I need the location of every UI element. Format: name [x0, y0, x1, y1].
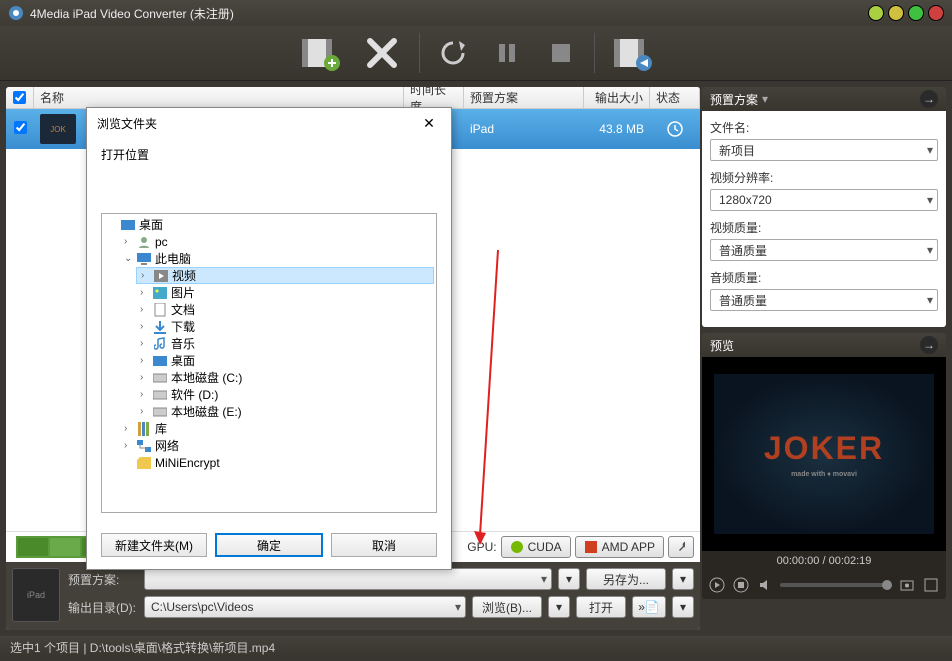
extra-dropdown[interactable]: ▾	[672, 596, 694, 618]
preview-expand-button[interactable]: →	[920, 336, 938, 354]
filename-input[interactable]: 新项目	[710, 139, 938, 161]
header-status[interactable]: 状态	[650, 87, 700, 108]
output-path[interactable]: C:\Users\pc\Videos	[144, 596, 466, 618]
window-title: 4Media iPad Video Converter (未注册)	[30, 5, 868, 22]
open-button[interactable]: 打开	[576, 596, 626, 618]
browse-dropdown[interactable]: ▾	[548, 596, 570, 618]
toolbar-separator	[594, 33, 595, 73]
browse-folder-dialog: 浏览文件夹 ✕ 打开位置 桌面 ›pc ⌄此电脑 ›视频 ›图片 ›文档 ›下载…	[86, 107, 452, 570]
toolbar-separator	[419, 33, 420, 73]
close-button[interactable]	[928, 5, 944, 21]
tree-thispc[interactable]: ⌄此电脑	[120, 250, 434, 267]
new-folder-button[interactable]: 新建文件夹(M)	[101, 533, 207, 557]
cuda-button[interactable]: CUDA	[501, 536, 571, 558]
header-name[interactable]: 名称	[34, 87, 404, 108]
tree-downloads[interactable]: ›下载	[136, 318, 434, 335]
tree-pictures[interactable]: ›图片	[136, 284, 434, 301]
remove-button[interactable]	[357, 28, 407, 78]
list-header: 名称 时间长度 预置方案 输出大小 状态	[6, 87, 700, 109]
preset-dropdown[interactable]: ▾	[558, 568, 580, 590]
dialog-title: 浏览文件夹	[97, 115, 157, 132]
folder-tree[interactable]: 桌面 ›pc ⌄此电脑 ›视频 ›图片 ›文档 ›下载 ›音乐 ›桌面 ›本地磁…	[101, 213, 437, 513]
video-thumbnail: JOK	[40, 114, 76, 144]
dialog-label: 打开位置	[101, 146, 437, 163]
aquality-label: 音频质量:	[710, 269, 938, 286]
tree-user[interactable]: ›pc	[120, 233, 434, 250]
row-status	[650, 121, 700, 137]
tree-libraries[interactable]: ›库	[120, 420, 434, 437]
extra-button[interactable]: »📄	[632, 596, 666, 618]
volume-slider[interactable]	[780, 583, 892, 587]
minimize-button[interactable]	[888, 5, 904, 21]
dialog-close-button[interactable]: ✕	[417, 115, 441, 132]
vquality-select[interactable]: 普通质量	[710, 239, 938, 261]
cancel-button[interactable]: 取消	[331, 533, 437, 557]
preset-thumbnail: iPad	[12, 568, 60, 622]
pause-button[interactable]	[486, 32, 528, 74]
volume-icon[interactable]	[756, 576, 774, 594]
row-checkbox[interactable]	[14, 121, 27, 134]
tree-diske[interactable]: ›本地磁盘 (E:)	[136, 403, 434, 420]
resolution-select[interactable]: 1280x720	[710, 189, 938, 211]
preset-select[interactable]	[144, 568, 552, 590]
expand-button[interactable]: →	[920, 90, 938, 108]
wrench-icon	[677, 540, 685, 554]
help-button[interactable]	[868, 5, 884, 21]
gpu-label: GPU:	[467, 540, 496, 554]
tree-music[interactable]: ›音乐	[136, 335, 434, 352]
preset-dropdown2[interactable]: ▾	[672, 568, 694, 590]
aquality-select[interactable]: 普通质量	[710, 289, 938, 311]
amd-button[interactable]: AMD APP	[575, 536, 664, 558]
tree-network[interactable]: ›网络	[120, 437, 434, 454]
status-bar: 选中1 个项目 | D:\tools\桌面\格式转换\新项目.mp4	[0, 636, 952, 658]
output-label: 输出目录(D):	[68, 599, 138, 616]
tree-diskd[interactable]: ›软件 (D:)	[136, 386, 434, 403]
preview-panel: 预览 → JOKER made with ♦ movavi 00:00:00 /…	[702, 333, 946, 599]
preview-video[interactable]: JOKER made with ♦ movavi	[702, 357, 946, 551]
bottom-panel: iPad 预置方案: ▾ 另存为... ▾ 输出目录(D): C:\Users\…	[6, 562, 700, 630]
tree-miniencrypt[interactable]: MiNiEncrypt	[120, 454, 434, 471]
tree-videos[interactable]: ›视频	[136, 267, 434, 284]
app-icon	[8, 5, 24, 21]
header-preset[interactable]: 预置方案	[464, 87, 584, 108]
preview-title: 预览	[710, 337, 734, 354]
header-size[interactable]: 输出大小	[584, 87, 650, 108]
settings-button[interactable]	[668, 536, 694, 558]
fullscreen-button[interactable]	[922, 576, 940, 594]
filename-label: 文件名:	[710, 119, 938, 136]
refresh-button[interactable]	[432, 32, 474, 74]
row-preset: iPad	[464, 122, 584, 136]
title-bar: 4Media iPad Video Converter (未注册)	[0, 0, 952, 26]
vquality-label: 视频质量:	[710, 219, 938, 236]
tree-desktop[interactable]: 桌面	[104, 216, 434, 233]
tree-diskc[interactable]: ›本地磁盘 (C:)	[136, 369, 434, 386]
snapshot-button[interactable]	[898, 576, 916, 594]
preset-panel: 预置方案 ▾ → 文件名: 新项目 视频分辨率: 1280x720 视频质量: …	[702, 87, 946, 327]
tree-documents[interactable]: ›文档	[136, 301, 434, 318]
preset-label: 预置方案:	[68, 571, 138, 588]
add-file-button[interactable]	[295, 28, 345, 78]
stop-button[interactable]	[540, 32, 582, 74]
stop-preview-button[interactable]	[732, 576, 750, 594]
browse-button[interactable]: 浏览(B)...	[472, 596, 542, 618]
preview-overlay: JOKER	[764, 430, 884, 467]
convert-button[interactable]	[607, 28, 657, 78]
preset-panel-title: 预置方案	[710, 91, 758, 108]
header-checkbox[interactable]	[6, 87, 34, 108]
resolution-label: 视频分辨率:	[710, 169, 938, 186]
tree-desktop2[interactable]: ›桌面	[136, 352, 434, 369]
play-button[interactable]	[708, 576, 726, 594]
main-toolbar	[0, 26, 952, 81]
preview-watermark: made with ♦ movavi	[791, 471, 857, 478]
ok-button[interactable]: 确定	[215, 533, 323, 557]
row-size: 43.8 MB	[584, 122, 650, 136]
chevron-down-icon: ▾	[762, 92, 768, 106]
save-as-button[interactable]: 另存为...	[586, 568, 666, 590]
maximize-button[interactable]	[908, 5, 924, 21]
preview-time: 00:00:00 / 00:02:19	[702, 551, 946, 571]
header-duration[interactable]: 时间长度	[404, 87, 464, 108]
